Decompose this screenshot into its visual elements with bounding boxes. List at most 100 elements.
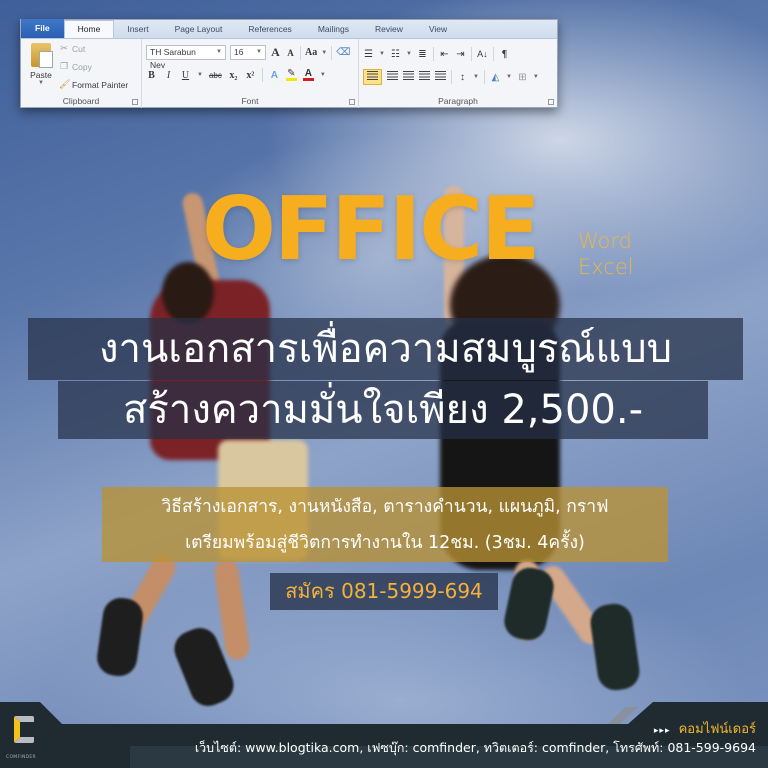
- font-name-value: TH Sarabun Nev: [150, 47, 196, 70]
- clipboard-icon: [31, 43, 53, 68]
- subtitle-box: วิธีสร้างเอกสาร, งานหนังสือ, ตารางคำนวน,…: [102, 487, 668, 562]
- strikethrough-button[interactable]: abc: [209, 71, 222, 80]
- shrink-font-button[interactable]: A: [285, 48, 296, 58]
- chevron-down-icon[interactable]: ▼: [197, 72, 203, 78]
- triple-arrow-icon: ▸▸▸: [653, 726, 671, 736]
- align-left-button[interactable]: [363, 69, 382, 85]
- align-center-icon: [387, 71, 398, 80]
- paste-label: Paste: [30, 70, 52, 80]
- multilevel-list-icon[interactable]: ≣: [417, 49, 428, 60]
- tab-references[interactable]: References: [235, 21, 304, 38]
- font-group-label: Font: [241, 96, 259, 106]
- divider: [300, 45, 301, 60]
- sort-button[interactable]: A↓: [477, 49, 488, 59]
- decrease-indent-icon[interactable]: ⇤: [439, 49, 450, 60]
- clipboard-group: Paste ▼ ✂ Cut ❐ Copy 🖌 Format Painter Cl…: [21, 39, 142, 108]
- grow-font-button[interactable]: A: [270, 45, 281, 60]
- highlight-color-icon[interactable]: ✎: [285, 69, 297, 81]
- divider: [470, 47, 472, 61]
- numbering-icon[interactable]: ☷: [390, 49, 401, 60]
- copy-icon: ❐: [59, 61, 69, 71]
- font-color-button[interactable]: A: [302, 69, 314, 81]
- contact-info: เว็บไซต์: www.blogtika.com, เฟซบุ๊ก: com…: [194, 740, 756, 755]
- divider: [432, 47, 434, 61]
- format-painter-label: Format Painter: [72, 79, 129, 90]
- divider: [483, 70, 485, 84]
- cut-button[interactable]: ✂ Cut: [59, 43, 85, 54]
- comfinder-logo[interactable]: [10, 716, 38, 746]
- font-group: TH Sarabun Nev ▼ 16 ▼ A A Aa ▼ ⌫ B I U ▼…: [142, 39, 359, 108]
- tab-home[interactable]: Home: [63, 20, 115, 38]
- underline-button[interactable]: U: [180, 70, 191, 81]
- font-name-select[interactable]: TH Sarabun Nev ▼: [146, 45, 226, 70]
- tab-page-layout[interactable]: Page Layout: [162, 21, 236, 38]
- divider: [261, 68, 263, 82]
- align-right-icon: [403, 71, 414, 80]
- app-excel: Excel: [578, 255, 634, 279]
- footer-bar: COMFINDER ▸▸▸ คอมไฟน์เดอร์ เว็บไซต์: www…: [0, 702, 768, 768]
- copy-label: Copy: [72, 61, 92, 72]
- scissors-icon: ✂: [60, 43, 68, 53]
- divider: [451, 70, 452, 84]
- tab-view[interactable]: View: [416, 21, 460, 38]
- chevron-down-icon: ▼: [216, 49, 222, 55]
- title-line-2: สร้างความมั่นใจเพียง 2,500.-: [58, 381, 708, 439]
- format-painter-button[interactable]: 🖌 Format Painter: [59, 79, 128, 90]
- show-marks-button[interactable]: ¶: [499, 49, 510, 60]
- distributed-icon: [435, 71, 446, 80]
- paragraph-group-label: Paragraph: [438, 96, 478, 106]
- chevron-down-icon: ▼: [256, 49, 262, 55]
- tab-mailings[interactable]: Mailings: [305, 21, 362, 38]
- chevron-down-icon[interactable]: ▼: [533, 74, 539, 80]
- subtitle-line-1: วิธีสร้างเอกสาร, งานหนังสือ, ตารางคำนวน,…: [161, 497, 609, 517]
- dialog-launcher-icon[interactable]: [132, 99, 138, 105]
- chevron-down-icon[interactable]: ▼: [27, 80, 55, 86]
- dialog-launcher-icon[interactable]: [548, 99, 554, 105]
- cut-label: Cut: [72, 43, 86, 54]
- chevron-down-icon[interactable]: ▼: [320, 72, 326, 78]
- borders-icon[interactable]: ⊞: [517, 72, 528, 83]
- align-left-icon: [367, 71, 378, 80]
- clear-formatting-icon[interactable]: ⌫: [336, 47, 350, 58]
- chevron-down-icon[interactable]: ▼: [321, 50, 327, 56]
- dialog-launcher-icon[interactable]: [349, 99, 355, 105]
- align-center-button[interactable]: [387, 71, 398, 83]
- paste-button[interactable]: Paste ▼: [27, 43, 55, 86]
- logo-c-icon: [14, 716, 34, 743]
- brand-name: ▸▸▸ คอมไฟน์เดอร์: [654, 718, 756, 739]
- register-phone-cta[interactable]: สมัคร 081-5999-694: [270, 573, 498, 610]
- increase-indent-icon[interactable]: ⇥: [455, 49, 466, 60]
- title-line-1: งานเอกสารเพื่อความสมบูรณ์แบบ: [28, 318, 743, 380]
- tab-file[interactable]: File: [21, 19, 64, 38]
- tab-insert[interactable]: Insert: [114, 21, 161, 38]
- shading-icon[interactable]: ◭: [490, 72, 501, 83]
- app-word: Word: [578, 229, 632, 253]
- bold-button[interactable]: B: [146, 70, 157, 81]
- tab-review[interactable]: Review: [362, 21, 416, 38]
- justify-button[interactable]: [419, 71, 430, 83]
- chevron-down-icon[interactable]: ▼: [473, 74, 479, 80]
- logo-text: COMFINDER: [6, 755, 36, 760]
- chevron-down-icon[interactable]: ▼: [379, 51, 385, 57]
- text-effects-button[interactable]: A: [269, 70, 280, 81]
- word-ribbon: File Home Insert Page Layout References …: [20, 19, 558, 108]
- subscript-button[interactable]: x₂: [228, 70, 239, 81]
- italic-button[interactable]: I: [163, 70, 174, 81]
- chevron-down-icon[interactable]: ▼: [506, 74, 512, 80]
- distributed-button[interactable]: [435, 71, 446, 83]
- line-spacing-icon[interactable]: ↕: [457, 72, 468, 83]
- chevron-down-icon[interactable]: ▼: [406, 51, 412, 57]
- justify-icon: [419, 71, 430, 80]
- brand-label: คอมไฟน์เดอร์: [678, 722, 756, 737]
- font-size-select[interactable]: 16 ▼: [230, 45, 266, 60]
- bullets-icon[interactable]: ☰: [363, 49, 374, 60]
- ribbon-tabs: File Home Insert Page Layout References …: [21, 19, 557, 39]
- clipboard-group-label: Clipboard: [62, 96, 100, 106]
- divider: [492, 47, 494, 61]
- subtitle-line-2: เตรียมพร้อมสู่ชีวิตการทำงานใน 12ชม. (3ชม…: [185, 533, 585, 553]
- copy-button[interactable]: ❐ Copy: [59, 61, 92, 72]
- change-case-button[interactable]: Aa: [305, 47, 317, 58]
- align-right-button[interactable]: [403, 71, 414, 83]
- superscript-button[interactable]: x²: [245, 70, 256, 81]
- paintbrush-icon: 🖌: [59, 79, 71, 89]
